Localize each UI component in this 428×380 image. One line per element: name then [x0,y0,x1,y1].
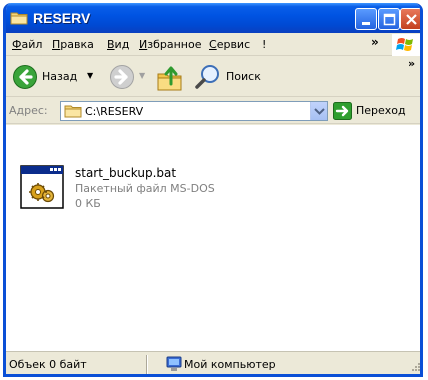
menu-view[interactable]: Вид [107,38,129,51]
minimize-button[interactable] [355,8,377,30]
back-dropdown-icon[interactable]: ▼ [87,71,93,80]
close-button[interactable] [400,8,420,30]
search-magnifier-icon[interactable] [194,63,222,94]
status-location: Мой компьютер [184,358,276,371]
address-input[interactable]: C:\RESERV [60,101,328,121]
go-button-label[interactable]: Переход [356,104,406,117]
status-divider [146,355,148,374]
menu-file[interactable]: Файл [12,38,42,51]
file-list-pane[interactable]: start_buckup.bat Пакетный файл MS-DOS 0 … [6,125,420,351]
menu-tools[interactable]: Сервис [209,38,250,51]
title-bar[interactable]: RESERV [6,3,420,33]
menu-edit[interactable]: Правка [52,38,94,51]
menu-help[interactable]: ! [262,38,266,51]
status-object-count: Объек 0 байт [9,358,87,371]
file-name[interactable]: start_buckup.bat [75,166,176,180]
address-bar: Адрес: C:\RESERV Переход [6,98,420,124]
back-button-label[interactable]: Назад [42,70,77,83]
address-value: C:\RESERV [85,105,144,118]
explorer-window: RESERV Файл Правка Вид Избранное Сервис … [3,3,423,377]
menu-overflow-chevron[interactable]: » [371,35,379,49]
file-item[interactable]: start_buckup.bat Пакетный файл MS-DOS 0 … [20,165,300,215]
folder-icon [64,104,82,121]
folder-icon [10,11,28,25]
window-title: RESERV [33,10,91,26]
forward-arrow-icon[interactable] [109,64,135,93]
maximize-button[interactable] [378,8,400,30]
menu-favorites[interactable]: Избранное [139,38,201,51]
forward-dropdown-icon[interactable]: ▼ [139,71,145,80]
batch-file-icon[interactable] [20,165,64,209]
search-button-label[interactable]: Поиск [226,70,261,83]
windows-logo-icon [392,34,420,56]
status-bar: Объек 0 байт Мой компьютер [6,351,420,374]
address-dropdown-button[interactable] [310,102,327,120]
file-type: Пакетный файл MS-DOS [75,182,215,195]
resize-grip-icon[interactable] [409,360,420,374]
standard-toolbar: Назад ▼ ▼ Поиск » [6,57,420,97]
toolbar-overflow-chevron[interactable]: » [408,57,415,70]
menu-bar: Файл Правка Вид Избранное Сервис ! » [6,33,420,56]
address-label: Адрес: [9,104,48,117]
folder-up-icon[interactable] [156,62,184,95]
go-arrow-icon[interactable] [333,102,352,123]
my-computer-icon [166,356,182,374]
file-size: 0 КБ [75,197,101,210]
back-arrow-icon[interactable] [12,64,38,93]
